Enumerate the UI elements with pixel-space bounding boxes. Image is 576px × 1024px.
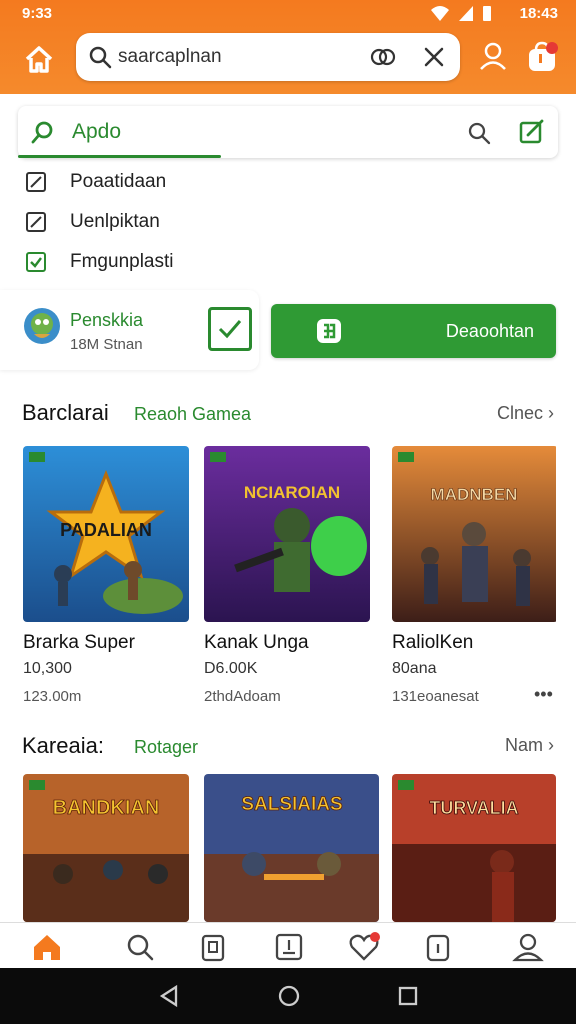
game-tile[interactable]: MADNBEN	[392, 446, 558, 622]
see-more-link[interactable]: Nam ›	[505, 735, 554, 756]
top-app-bar: 9:33 18:43 saarcaplnan	[0, 0, 576, 94]
game-tile[interactable]: SALSIAIAS	[204, 774, 379, 922]
select-toggle[interactable]	[208, 307, 252, 351]
home-icon	[25, 46, 53, 73]
section-subtitle[interactable]: Rotager	[134, 737, 198, 758]
game-art: PADALIAN	[23, 446, 189, 622]
check-icon	[218, 320, 242, 339]
app-avatar-icon	[24, 308, 60, 344]
notification-badge	[370, 932, 380, 942]
game-meta: 80ana	[392, 660, 437, 677]
tile-art-text: MADNBEN	[431, 485, 518, 504]
active-indicator	[18, 155, 221, 158]
filter-card[interactable]: Apdo	[18, 106, 558, 158]
notification-badge	[546, 42, 558, 54]
app-subtitle: 18M Stnan	[70, 336, 143, 353]
chevron-right-icon: ›	[548, 403, 554, 423]
status-time-left: 9:33	[22, 5, 53, 22]
tile-art-text: NCIAROIAN	[244, 483, 340, 502]
shopping-bag-icon	[529, 41, 558, 71]
game-meta: 10,300	[23, 660, 72, 677]
status-bar: 9:33 18:43	[0, 0, 576, 28]
user-icon	[480, 42, 506, 70]
bottom-navigation	[0, 922, 576, 968]
signal-icon	[459, 6, 473, 21]
status-time-right: 18:43	[519, 5, 558, 22]
app-glyph-icon	[317, 319, 341, 343]
filter-label: Apdo	[72, 120, 122, 143]
slash-icon	[30, 176, 42, 188]
info-card-icon[interactable]	[422, 931, 454, 963]
search-input[interactable]: saarcaplnan	[118, 46, 222, 68]
checkbox-row[interactable]: Poaatidaan	[26, 168, 166, 196]
back-icon[interactable]	[158, 984, 180, 1008]
wishlist-heart-icon[interactable]	[348, 931, 380, 963]
slash-icon	[30, 216, 42, 228]
checkbox-checked[interactable]	[26, 252, 46, 272]
download-button[interactable]: Deaoohtan	[271, 304, 556, 358]
edit-icon[interactable]	[518, 119, 544, 145]
tile-art-text: SALSIAIAS	[241, 794, 342, 815]
game-tile[interactable]: PADALIAN	[23, 446, 189, 622]
system-navigation-bar	[0, 968, 576, 1024]
checkbox-label: Fmgunplasti	[70, 251, 174, 272]
section-subtitle[interactable]: Reaoh Gamea	[134, 404, 251, 425]
cart-button[interactable]	[526, 40, 560, 79]
app-promo-card[interactable]: Penskkia 18M Stnan	[0, 290, 259, 370]
game-title[interactable]: RaliolKen	[392, 632, 473, 654]
more-options-icon[interactable]: •••	[534, 684, 553, 705]
section-title: Kareaia:	[22, 733, 104, 758]
home-button[interactable]	[20, 40, 58, 78]
checkbox-row[interactable]: Uenlpiktan	[26, 208, 160, 236]
game-meta-secondary: 2thdAdoam	[204, 688, 281, 705]
download-label: Deaoohtan	[445, 321, 534, 341]
game-title[interactable]: Brarka Super	[23, 632, 135, 654]
checkbox-label: Poaatidaan	[70, 171, 167, 192]
checkbox-label: Uenlpiktan	[70, 211, 160, 232]
wifi-icon	[431, 6, 449, 21]
profile-button[interactable]	[478, 40, 508, 77]
game-title[interactable]: Kanak Unga	[204, 632, 309, 654]
search-icon	[89, 46, 112, 69]
system-icons	[430, 4, 492, 22]
game-tile[interactable]: NCIAROIAN	[204, 446, 370, 622]
home-circle-icon[interactable]	[277, 984, 301, 1008]
battery-icon	[483, 6, 491, 21]
search-icon	[31, 121, 53, 144]
home-icon[interactable]	[31, 931, 63, 963]
game-meta: D6.00K	[204, 660, 258, 677]
chevron-right-icon: ›	[548, 735, 554, 755]
library-icon[interactable]	[197, 931, 229, 963]
tile-art-text: PADALIAN	[60, 520, 152, 540]
checkbox[interactable]	[26, 212, 46, 232]
game-meta-secondary: 131eoanesat	[392, 688, 479, 705]
updates-icon[interactable]	[273, 931, 305, 963]
tile-art-text: TURVALIA	[429, 798, 518, 818]
app-name: Penskkia	[70, 310, 144, 330]
checkbox[interactable]	[26, 172, 46, 192]
game-tile[interactable]: TURVALIA	[392, 774, 556, 922]
clear-search-icon[interactable]	[422, 45, 446, 69]
game-art: SALSIAIAS	[204, 774, 379, 922]
game-art: TURVALIA	[392, 774, 556, 922]
game-art: MADNBEN	[392, 446, 556, 622]
game-meta-secondary: 123.00m	[23, 688, 82, 705]
section-title: Barclarai	[22, 400, 109, 425]
search-icon[interactable]	[124, 931, 156, 963]
game-tile[interactable]: BANDKIAN	[23, 774, 189, 922]
tile-art-text: BANDKIAN	[53, 797, 160, 819]
recents-icon[interactable]	[397, 984, 419, 1008]
see-more-label: Nam	[504, 735, 543, 755]
see-more-link[interactable]: Clnec ›	[497, 403, 554, 424]
game-art: BANDKIAN	[23, 774, 189, 922]
checkbox-row[interactable]: Fmgunplasti	[26, 248, 174, 276]
search-bar[interactable]: saarcaplnan	[76, 33, 460, 81]
see-more-label: Clnec	[496, 403, 543, 423]
magnifier-icon[interactable]	[466, 120, 492, 146]
game-art: NCIAROIAN	[204, 446, 370, 622]
check-icon	[30, 257, 42, 268]
account-icon[interactable]	[512, 931, 544, 963]
voice-search-icon[interactable]	[370, 45, 396, 69]
